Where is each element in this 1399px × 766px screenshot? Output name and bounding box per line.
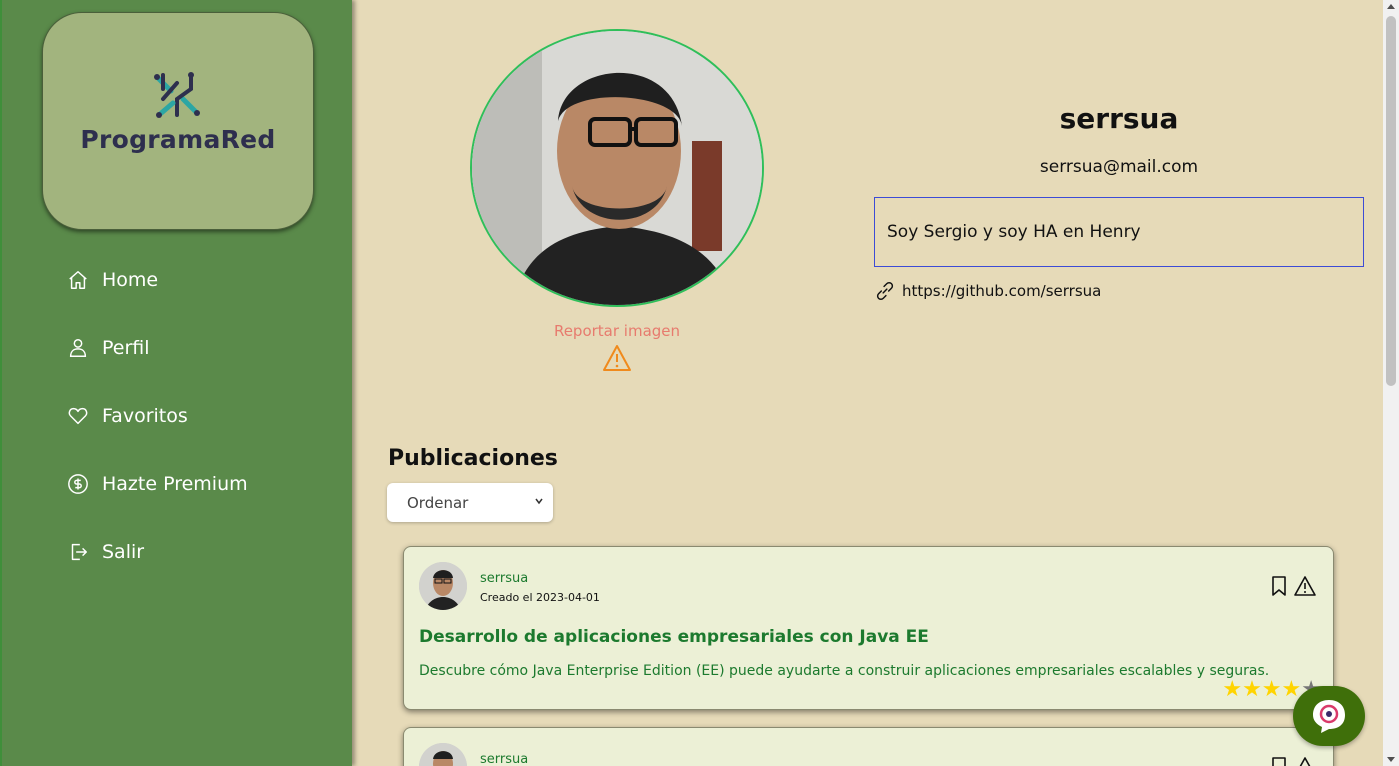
chevron-down-icon	[535, 498, 543, 505]
bookmark-icon[interactable]	[1269, 756, 1289, 766]
sidebar-nav: Home Perfil Favoritos Hazte Premium Sali…	[66, 262, 248, 602]
scroll-down-icon[interactable]	[1387, 757, 1395, 762]
logout-icon	[66, 540, 90, 564]
sidebar-item-perfil[interactable]: Perfil	[66, 330, 248, 366]
link-icon	[876, 282, 894, 300]
post-description: Descubre cómo Java Enterprise Edition (E…	[419, 663, 1270, 679]
sidebar-item-salir[interactable]: Salir	[66, 534, 248, 570]
sidebar-item-premium[interactable]: Hazte Premium	[66, 466, 248, 502]
publications-title: Publicaciones	[388, 446, 558, 471]
scrollbar[interactable]	[1383, 0, 1399, 766]
sidebar-item-label: Favoritos	[102, 405, 188, 427]
post-author-avatar[interactable]	[419, 743, 467, 766]
post-author-avatar[interactable]	[419, 562, 467, 610]
report-image-link[interactable]: Reportar imagen	[517, 322, 717, 340]
warning-icon[interactable]	[602, 344, 632, 372]
home-icon	[66, 268, 90, 292]
post-date: Creado el 2023-04-01	[480, 591, 600, 604]
bookmark-icon[interactable]	[1269, 575, 1289, 597]
scroll-up-icon[interactable]	[1387, 4, 1395, 9]
scrollbar-thumb[interactable]	[1386, 16, 1396, 386]
post-card[interactable]: serrsua Creado el 2023-04-01 Desarrollo …	[403, 546, 1334, 710]
sidebar-item-label: Perfil	[102, 337, 150, 359]
warning-icon[interactable]	[1293, 575, 1317, 597]
logo-icon	[154, 72, 200, 118]
sidebar-item-label: Salir	[102, 541, 145, 563]
profile-link[interactable]: https://github.com/serrsua	[874, 280, 1101, 302]
post-author[interactable]: serrsua	[480, 571, 528, 586]
star-icon[interactable]: ★	[1242, 679, 1262, 701]
warning-icon[interactable]	[1293, 756, 1317, 766]
post-author[interactable]: serrsua	[480, 752, 528, 766]
sidebar-item-label: Hazte Premium	[102, 473, 248, 495]
sidebar: ProgramaRed Home Perfil Favoritos Hazte …	[0, 0, 352, 766]
user-icon	[66, 336, 90, 360]
profile-bio-text: Soy Sergio y soy HA en Henry	[887, 222, 1141, 242]
post-title[interactable]: Desarrollo de aplicaciones empresariales…	[419, 627, 929, 647]
chat-button[interactable]	[1293, 686, 1365, 746]
heart-icon	[66, 404, 90, 428]
profile-bio: Soy Sergio y soy HA en Henry	[874, 197, 1364, 267]
post-actions	[1269, 756, 1317, 766]
logo-card[interactable]: ProgramaRed	[42, 12, 314, 230]
dollar-icon	[66, 472, 90, 496]
profile-username: serrsua	[1059, 102, 1179, 135]
post-actions	[1269, 575, 1317, 597]
profile-email: serrsua@mail.com	[1039, 157, 1199, 177]
profile-link-text: https://github.com/serrsua	[902, 282, 1102, 300]
profile-avatar	[470, 29, 764, 307]
post-card[interactable]: serrsua	[403, 727, 1334, 766]
sort-select-value: Ordenar	[407, 493, 469, 512]
sort-select[interactable]: Ordenar	[387, 483, 553, 522]
sidebar-item-label: Home	[102, 269, 159, 291]
brand-name: ProgramaRed	[80, 125, 276, 154]
star-icon[interactable]: ★	[1222, 679, 1242, 701]
sidebar-item-favoritos[interactable]: Favoritos	[66, 398, 248, 434]
star-icon[interactable]: ★	[1262, 679, 1282, 701]
chat-icon	[1313, 700, 1345, 733]
sidebar-item-home[interactable]: Home	[66, 262, 248, 298]
